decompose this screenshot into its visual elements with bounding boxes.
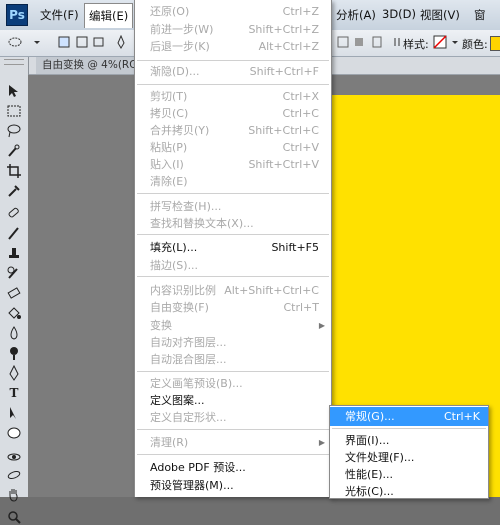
clone-stamp-tool-icon[interactable] [6, 245, 22, 261]
pen-icon[interactable] [114, 35, 128, 49]
add-selection-icon[interactable] [75, 35, 89, 49]
menu-item-stroke[interactable]: 描边(S)... [135, 256, 331, 275]
color-swatch[interactable] [490, 36, 500, 51]
ellipse-tool-icon[interactable] [8, 35, 22, 49]
new-selection-icon[interactable] [57, 35, 71, 49]
blur-tool-icon[interactable] [6, 325, 22, 341]
path-selection-tool-icon[interactable] [6, 405, 22, 421]
menu-view[interactable]: 视图(V) [420, 7, 460, 23]
menu-item-auto-blend[interactable]: 自动混合图层... [135, 350, 331, 369]
3d-orbit-tool-icon[interactable] [6, 467, 22, 483]
menu-file[interactable]: 文件(F) [40, 7, 79, 23]
shape-option2-icon[interactable] [352, 35, 366, 49]
zoom-tool-icon[interactable] [6, 509, 22, 525]
menu-separator [137, 60, 329, 61]
menu-analysis[interactable]: 分析(A) [336, 7, 376, 23]
link-icon[interactable] [390, 35, 404, 49]
submenu-item-general[interactable]: 常规(G)... Ctrl+K [330, 407, 488, 426]
move-tool-icon[interactable] [6, 83, 22, 99]
ellipse-shape-tool-icon[interactable] [6, 425, 22, 441]
history-brush-tool-icon[interactable] [6, 265, 22, 281]
style-swatch-icon[interactable] [433, 35, 447, 49]
chevron-down-icon[interactable] [448, 35, 462, 49]
style-label: 样式: [403, 38, 429, 51]
eyedropper-tool-icon[interactable] [6, 183, 22, 199]
menu-item-find-replace[interactable]: 查找和替换文本(X)... [135, 214, 331, 233]
lasso-tool-icon[interactable] [6, 123, 22, 139]
photoshop-logo: Ps [6, 4, 28, 26]
menu-separator [137, 193, 329, 194]
type-tool-icon[interactable]: T [6, 385, 22, 401]
shape-option3-icon[interactable] [370, 35, 384, 49]
eraser-tool-icon[interactable] [6, 285, 22, 301]
menu-item-adobe-pdf-presets[interactable]: Adobe PDF 预设... [135, 458, 331, 477]
menu-separator [137, 429, 329, 430]
submenu-arrow-icon: ▶ [318, 438, 325, 447]
menu-window[interactable]: 窗 [474, 7, 486, 23]
crop-tool-icon[interactable] [6, 163, 22, 179]
tools-panel: T [0, 57, 29, 524]
healing-brush-tool-icon[interactable] [6, 205, 22, 221]
brush-tool-icon[interactable] [6, 225, 22, 241]
menu-item-purge[interactable]: 清理(R) ▶ [135, 433, 331, 452]
preferences-submenu: 常规(G)... Ctrl+K 界面(I)... 文件处理(F)... 性能(E)… [329, 405, 489, 499]
quick-selection-tool-icon[interactable] [6, 143, 22, 159]
menu-item-free-transform[interactable]: 自由变换(F) Ctrl+T [135, 298, 331, 317]
menu-separator [332, 428, 486, 429]
paint-bucket-tool-icon[interactable] [6, 305, 22, 321]
menu-item-fill[interactable]: 填充(L)... Shift+F5 [135, 238, 331, 257]
chevron-down-icon[interactable] [30, 35, 44, 49]
hand-tool-icon[interactable] [6, 487, 22, 503]
menu-item-clear[interactable]: 清除(E) [135, 172, 331, 191]
menu-separator [137, 276, 329, 277]
panel-grip[interactable] [4, 59, 24, 65]
menu-item-fade[interactable]: 渐隐(D)... Shift+Ctrl+F [135, 62, 331, 81]
pen-tool-icon[interactable] [6, 365, 22, 381]
edit-menu: 还原(O) Ctrl+Z 前进一步(W) Shift+Ctrl+Z 后退一步(K) A… [134, 0, 332, 497]
menu-separator [137, 371, 329, 372]
shape-option-icon[interactable] [336, 35, 350, 49]
dodge-tool-icon[interactable] [6, 345, 22, 361]
menu-separator [137, 454, 329, 455]
menu-item-undo[interactable]: 还原(O) Ctrl+Z [135, 2, 331, 21]
menu-item-step-backward[interactable]: 后退一步(K) Alt+Ctrl+Z [135, 37, 331, 56]
submenu-item-cursors[interactable]: 光标(C)... [330, 482, 488, 501]
menu-item-preset-manager[interactable]: 预设管理器(M)... [135, 476, 331, 495]
menu-edit[interactable]: 编辑(E) [84, 3, 134, 28]
3d-rotate-tool-icon[interactable] [6, 449, 22, 465]
menu-3d[interactable]: 3D(D) [382, 7, 416, 21]
menu-separator [137, 234, 329, 235]
menu-separator [137, 84, 329, 85]
menu-item-define-shape[interactable]: 定义自定形状... [135, 408, 331, 427]
marquee-tool-icon[interactable] [6, 103, 22, 119]
subtract-selection-icon[interactable] [92, 35, 106, 49]
color-label: 颜色: [462, 38, 488, 51]
